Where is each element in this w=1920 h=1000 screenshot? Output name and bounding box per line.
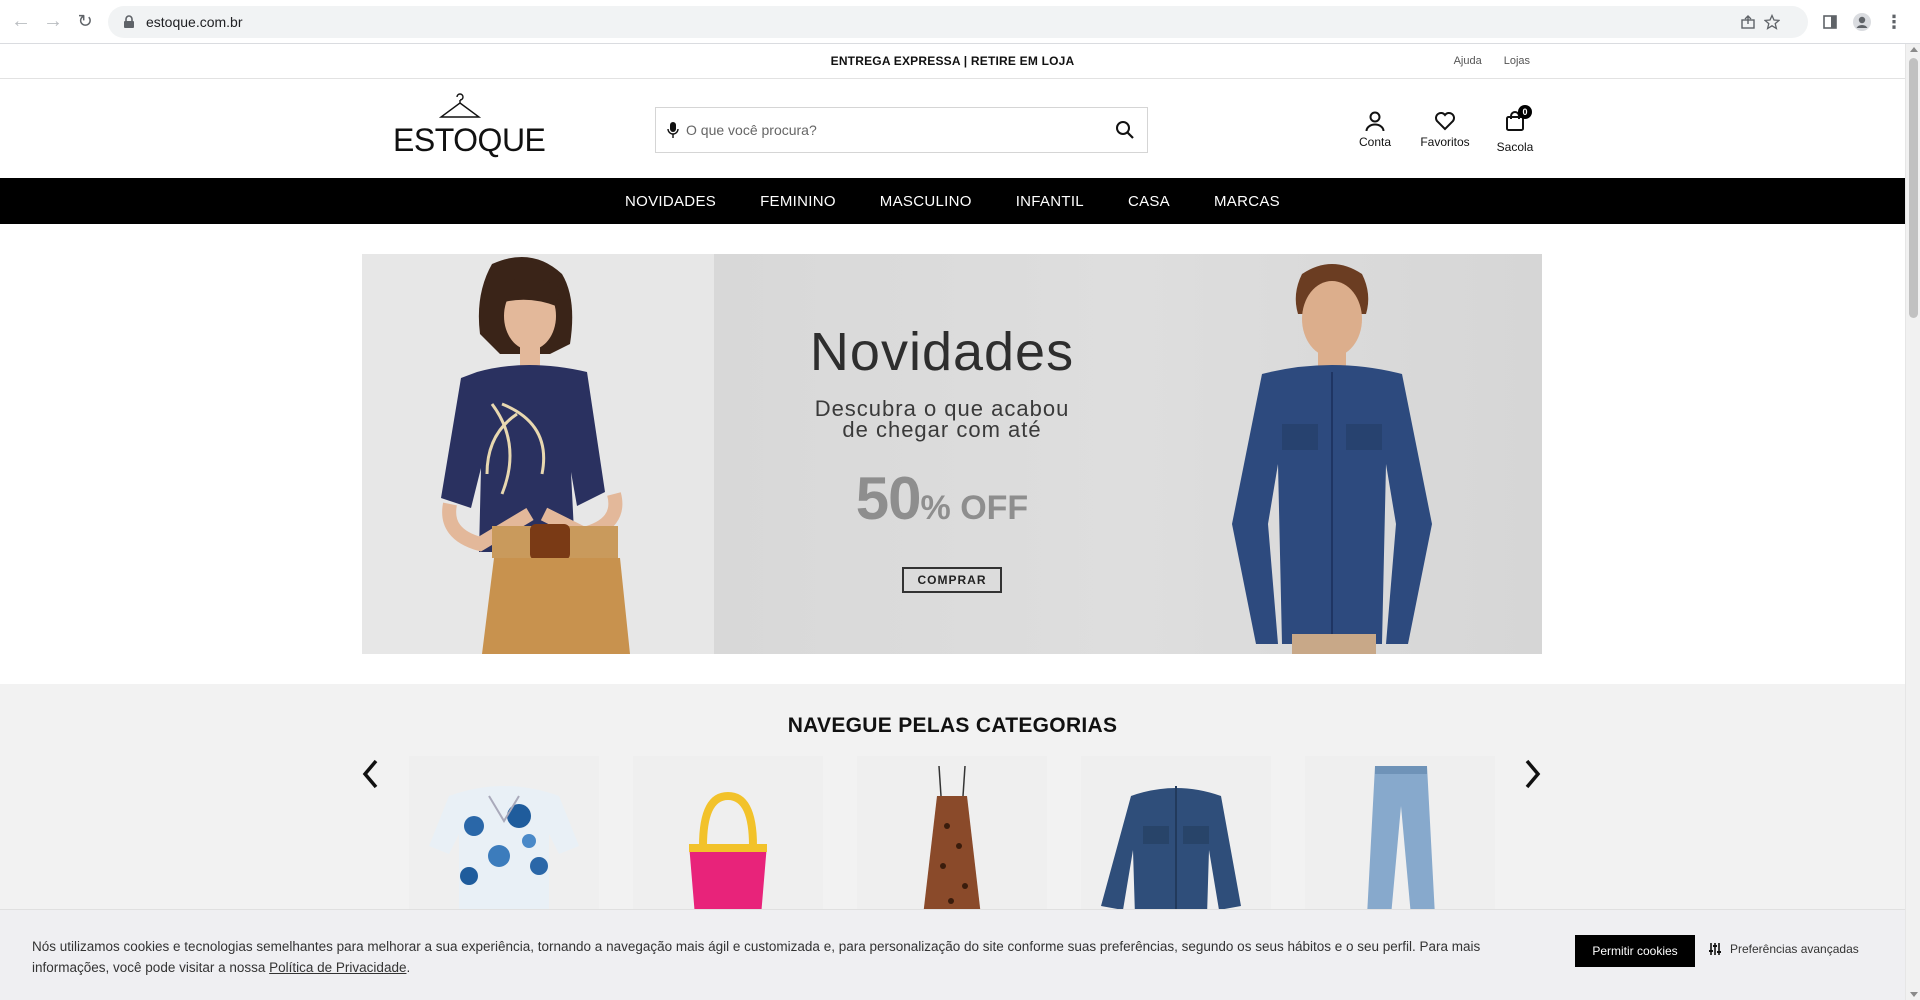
lock-icon [124, 15, 134, 28]
browser-toolbar: ← → ↻ estoque.com.br ⋮ [0, 0, 1920, 44]
scroll-down-arrow[interactable] [1910, 992, 1918, 997]
forward-icon[interactable]: → [38, 7, 68, 37]
chevron-left-icon [362, 759, 378, 789]
leopard-dress-image [923, 765, 981, 916]
jeans-image [1367, 766, 1435, 916]
bag-label: Sacola [1496, 140, 1534, 154]
hero-discount-number: 50 [855, 465, 922, 532]
favorites-button[interactable]: Favoritos [1410, 110, 1480, 154]
floral-dress-image [429, 786, 579, 916]
search-box [655, 107, 1148, 153]
stores-link[interactable]: Lojas [1504, 55, 1530, 67]
scrollbar-thumb[interactable] [1909, 58, 1918, 318]
bag-count-badge: 0 [1518, 105, 1532, 119]
nav-item-masculino[interactable]: MASCULINO [858, 193, 994, 210]
favorites-label: Favoritos [1420, 135, 1470, 149]
site-header: ESTOQUE Conta Favoritos 0 [0, 80, 1905, 180]
hanger-icon [438, 93, 482, 118]
user-icon [1365, 111, 1385, 132]
main-nav: NOVIDADES FEMININO MASCULINO INFANTIL CA… [0, 178, 1905, 224]
browser-menu-icon[interactable]: ⋮ [1878, 6, 1910, 38]
promo-text: ENTREGA EXPRESSA | RETIRE EM LOJA [830, 54, 1075, 68]
search-button[interactable] [1103, 108, 1147, 152]
hero-title: Novidades [809, 322, 1075, 382]
allow-cookies-button[interactable]: Permitir cookies [1575, 935, 1695, 967]
account-label: Conta [1358, 135, 1392, 149]
chevron-right-icon [1525, 759, 1541, 789]
bag-button[interactable]: 0 Sacola [1480, 105, 1550, 154]
share-icon[interactable] [1740, 14, 1756, 30]
microphone-icon[interactable] [666, 121, 680, 139]
top-bar: ENTREGA EXPRESSA | RETIRE EM LOJA Ajuda … [0, 44, 1905, 79]
nav-item-novidades[interactable]: NOVIDADES [603, 193, 738, 210]
cookie-banner: Nós utilizamos cookies e tecnologias sem… [0, 909, 1905, 1000]
cookie-text-end: . [406, 960, 411, 975]
search-icon [1116, 121, 1134, 139]
search-input[interactable] [686, 110, 1103, 150]
profile-icon[interactable] [1846, 6, 1878, 38]
carousel-prev-button[interactable] [355, 754, 385, 794]
nav-item-casa[interactable]: CASA [1106, 193, 1192, 210]
heart-icon [1435, 112, 1455, 131]
woman-model-image [441, 256, 630, 654]
page-scrollbar[interactable] [1905, 44, 1920, 1000]
account-button[interactable]: Conta [1340, 110, 1410, 154]
bookmark-star-icon[interactable] [1764, 14, 1780, 30]
advanced-preferences-button[interactable]: Preferências avançadas [1708, 942, 1859, 956]
category-card[interactable] [633, 756, 823, 916]
logo[interactable]: ESTOQUE [393, 90, 546, 162]
denim-jacket-image [1101, 786, 1241, 916]
back-icon[interactable]: ← [6, 7, 36, 37]
cookie-message: Nós utilizamos cookies e tecnologias sem… [32, 939, 1481, 975]
pink-bag-image [689, 791, 767, 916]
carousel-next-button[interactable] [1518, 754, 1548, 794]
side-panel-icon[interactable] [1814, 6, 1846, 38]
advanced-preferences-label: Preferências avançadas [1730, 942, 1859, 956]
address-bar[interactable]: estoque.com.br [108, 6, 1808, 38]
man-model-image [1232, 264, 1432, 654]
sliders-icon [1709, 943, 1721, 955]
hero-buy-button[interactable]: COMPRAR [902, 567, 1002, 593]
url-text: estoque.com.br [146, 14, 243, 30]
nav-item-marcas[interactable]: MARCAS [1192, 193, 1302, 210]
privacy-policy-link[interactable]: Política de Privacidade [269, 960, 406, 975]
nav-item-infantil[interactable]: INFANTIL [994, 193, 1106, 210]
page: ENTREGA EXPRESSA | RETIRE EM LOJA Ajuda … [0, 44, 1905, 1000]
hero-subtitle: Descubra o que acabou de chegar com até [792, 396, 1092, 442]
logo-text: ESTOQUE [393, 122, 546, 158]
cookie-text: Nós utilizamos cookies e tecnologias sem… [32, 936, 1552, 978]
scroll-up-arrow[interactable] [1910, 47, 1918, 52]
categories-title: NAVEGUE PELAS CATEGORIAS [787, 714, 1118, 737]
hero-subtitle-line1: Descubra o que acabou [814, 396, 1070, 421]
hero-subtitle-line2: de chegar com até [842, 417, 1042, 442]
nav-item-feminino[interactable]: FEMININO [738, 193, 858, 210]
hero-banner[interactable]: Novidades Descubra o que acabou de chega… [362, 254, 1542, 654]
reload-icon[interactable]: ↻ [70, 7, 100, 37]
category-card[interactable] [1081, 756, 1271, 916]
hero-discount-suffix: % OFF [920, 489, 1029, 527]
category-card[interactable] [857, 756, 1047, 916]
category-card[interactable] [1305, 756, 1495, 916]
help-link[interactable]: Ajuda [1454, 55, 1482, 67]
category-card[interactable] [409, 756, 599, 916]
hero-discount: 50% OFF [792, 464, 1092, 533]
